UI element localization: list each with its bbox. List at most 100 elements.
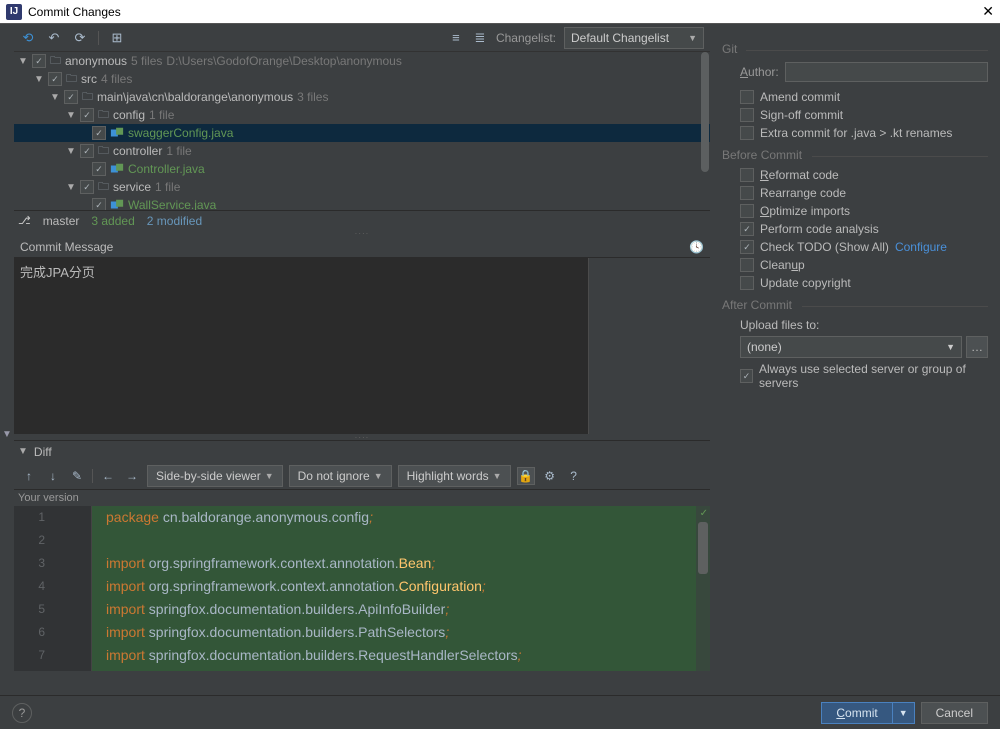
checkbox[interactable] xyxy=(92,126,106,140)
tree-row[interactable]: ▼ 🗀 config 1 file xyxy=(14,106,710,124)
close-button[interactable]: ✕ xyxy=(982,3,994,20)
extra-commit-label: Extra commit for .java > .kt renames xyxy=(760,126,952,140)
node-meta: 5 files xyxy=(131,54,162,68)
node-meta: 1 file xyxy=(166,144,191,158)
checkbox[interactable] xyxy=(64,90,78,104)
node-path: D:\Users\GodofOrange\Desktop\anonymous xyxy=(166,54,401,68)
update-label: Update copyright xyxy=(760,276,851,290)
rearrange-label: Rearrange code xyxy=(760,186,846,200)
folder-icon: 🗀 xyxy=(98,178,109,197)
edit-icon[interactable]: ✎ xyxy=(68,467,86,485)
checkbox[interactable] xyxy=(740,222,754,236)
help-icon[interactable]: ? xyxy=(565,467,583,485)
tree-row[interactable]: ▼ 🗀 main\java\cn\baldorange\anonymous 3 … xyxy=(14,88,710,106)
checkbox[interactable] xyxy=(32,54,46,68)
checkbox[interactable] xyxy=(740,369,753,383)
code-body[interactable]: package cn.baldorange.anonymous.config; … xyxy=(92,506,710,671)
checkbox[interactable] xyxy=(740,126,754,140)
commit-button[interactable]: Commit ▼ xyxy=(821,702,914,724)
help-button[interactable]: ? xyxy=(12,703,32,723)
expander-icon[interactable]: ▼ xyxy=(66,110,76,121)
diff-toolbar: ↑ ↓ ✎ ← → Side-by-side viewer ▼ Do not i… xyxy=(14,462,710,490)
tree-row[interactable]: Controller.java xyxy=(14,160,710,178)
checkbox[interactable] xyxy=(80,180,94,194)
collapse-all-icon[interactable]: ≣ xyxy=(472,30,488,46)
file-tree: ▼ 🗀 anonymous 5 files D:\Users\GodofOran… xyxy=(14,52,710,210)
folder-icon: 🗀 xyxy=(98,142,109,161)
cancel-button[interactable]: Cancel xyxy=(921,702,988,724)
expander-icon[interactable]: ▼ xyxy=(66,182,76,193)
commit-message-input[interactable] xyxy=(14,258,588,434)
file-name: swaggerConfig.java xyxy=(128,126,233,140)
expander-icon[interactable]: ▼ xyxy=(66,146,76,157)
node-name: src xyxy=(81,72,97,86)
upload-select[interactable]: (none) ▼ xyxy=(740,336,962,358)
node-name: anonymous xyxy=(65,54,127,68)
tree-row-selected[interactable]: swaggerConfig.java xyxy=(14,124,710,142)
tree-row[interactable]: ▼ 🗀 src 4 files xyxy=(14,70,710,88)
tree-row[interactable]: ▼ 🗀 controller 1 file xyxy=(14,142,710,160)
diff-label: Diff xyxy=(34,445,52,459)
checkbox[interactable] xyxy=(80,108,94,122)
chevron-down-icon: ▼ xyxy=(688,33,697,43)
checkbox[interactable] xyxy=(740,258,754,272)
node-meta: 4 files xyxy=(101,72,132,86)
branch-name: master xyxy=(43,214,80,228)
ignore-select[interactable]: Do not ignore ▼ xyxy=(289,465,392,487)
code-scrollbar[interactable]: ✓ xyxy=(696,506,710,671)
collapse-arrow-icon[interactable]: ▼ xyxy=(2,429,12,440)
tree-row[interactable]: ▼ 🗀 service 1 file xyxy=(14,178,710,196)
checkbox[interactable] xyxy=(48,72,62,86)
node-name: controller xyxy=(113,144,162,158)
footer: ? Commit ▼ Cancel xyxy=(0,695,1000,729)
lock-icon[interactable]: 🔒 xyxy=(517,467,535,485)
checkbox[interactable] xyxy=(740,204,754,218)
line-number: 7 xyxy=(14,644,91,667)
checkbox[interactable] xyxy=(92,198,106,210)
node-name: config xyxy=(113,108,145,122)
expander-icon[interactable]: ▼ xyxy=(34,74,44,85)
expand-all-icon[interactable]: ≡ xyxy=(448,30,464,46)
configure-link[interactable]: Configure xyxy=(895,240,947,254)
checkbox[interactable] xyxy=(80,144,94,158)
changelist-select[interactable]: Default Changelist ▼ xyxy=(564,27,704,49)
highlight-select[interactable]: Highlight words ▼ xyxy=(398,465,511,487)
refresh-icon[interactable]: ⟲ xyxy=(20,30,36,46)
prev-diff-icon[interactable]: ↑ xyxy=(20,467,38,485)
next-file-icon[interactable]: → xyxy=(123,467,141,485)
group-by-icon[interactable]: ⊞ xyxy=(109,30,125,46)
gear-icon[interactable]: ⚙ xyxy=(541,467,559,485)
checkbox[interactable] xyxy=(740,90,754,104)
commit-dropdown-icon[interactable]: ▼ xyxy=(893,703,914,723)
commit-side-panel xyxy=(588,258,710,434)
folder-icon: 🗀 xyxy=(66,70,77,89)
modified-count: 2 modified xyxy=(147,214,202,228)
author-input[interactable] xyxy=(785,62,988,82)
sync-icon[interactable]: ⟳ xyxy=(72,30,88,46)
checkbox[interactable] xyxy=(740,276,754,290)
tree-row[interactable]: WallService.java xyxy=(14,196,710,210)
tree-row[interactable]: ▼ 🗀 anonymous 5 files D:\Users\GodofOran… xyxy=(14,52,710,70)
revert-icon[interactable]: ↶ xyxy=(46,30,62,46)
checkbox[interactable] xyxy=(740,108,754,122)
checkbox[interactable] xyxy=(740,168,754,182)
checkbox[interactable] xyxy=(740,240,754,254)
commit-message-header: Commit Message 🕓 xyxy=(14,236,710,258)
expander-icon[interactable]: ▼ xyxy=(50,92,60,103)
options-panel: Git Author: Amend commit Sign-off commit… xyxy=(710,24,1000,708)
line-number: 3 xyxy=(14,552,91,575)
diff-expand-icon[interactable]: ▼ xyxy=(18,446,28,457)
chevron-down-icon: ▼ xyxy=(946,342,955,352)
checkbox[interactable] xyxy=(92,162,106,176)
expander-icon[interactable]: ▼ xyxy=(18,56,28,67)
viewer-select[interactable]: Side-by-side viewer ▼ xyxy=(147,465,283,487)
history-icon[interactable]: 🕓 xyxy=(689,240,704,254)
tree-scrollbar[interactable] xyxy=(700,52,710,210)
java-file-icon xyxy=(110,126,124,140)
browse-button[interactable]: … xyxy=(966,336,988,358)
checkbox[interactable] xyxy=(740,186,754,200)
chevron-down-icon: ▼ xyxy=(265,471,274,481)
signoff-label: Sign-off commit xyxy=(760,108,843,122)
prev-file-icon[interactable]: ← xyxy=(99,467,117,485)
next-diff-icon[interactable]: ↓ xyxy=(44,467,62,485)
